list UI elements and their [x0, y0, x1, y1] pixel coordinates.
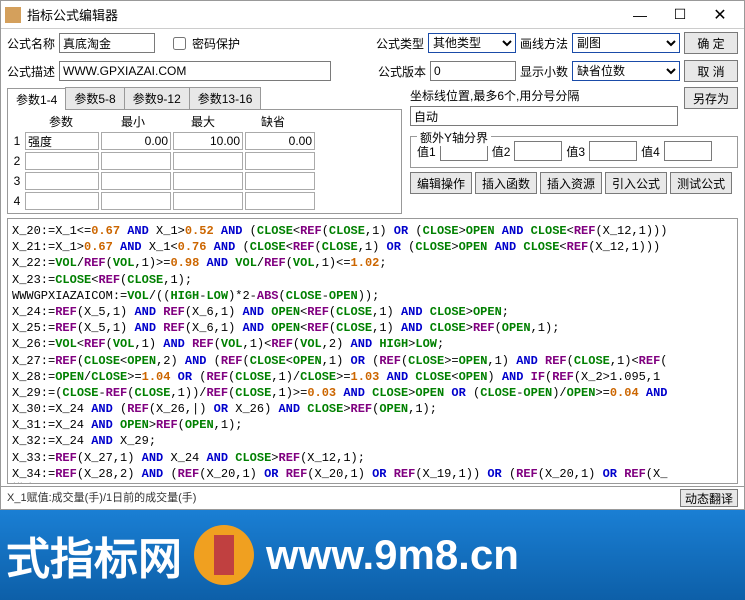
titlebar: 指标公式编辑器 — ☐ ✕ — [1, 1, 744, 29]
edit-op-button[interactable]: 编辑操作 — [410, 172, 472, 194]
param-max-input[interactable] — [173, 132, 243, 150]
close-button[interactable]: ✕ — [700, 2, 740, 28]
insert-func-button[interactable]: 插入函数 — [475, 172, 537, 194]
formula-desc-input[interactable] — [59, 61, 331, 81]
param-def-input[interactable] — [245, 152, 315, 170]
window-title: 指标公式编辑器 — [27, 5, 620, 24]
param-row: 3 — [10, 171, 399, 191]
ad-banner: 式指标网 www.9m8.cn — [0, 510, 745, 600]
param-name-input[interactable] — [25, 192, 99, 210]
param-min-input[interactable] — [101, 152, 171, 170]
dynamic-translate-button[interactable]: 动态翻译 — [680, 489, 738, 507]
param-row: 2 — [10, 151, 399, 171]
maximize-button[interactable]: ☐ — [660, 2, 700, 28]
cancel-button[interactable]: 取 消 — [684, 60, 738, 82]
banner-logo-icon — [194, 525, 254, 585]
param-hdr-min: 最小 — [98, 112, 168, 131]
param-def-input[interactable] — [245, 132, 315, 150]
ok-button[interactable]: 确 定 — [684, 32, 738, 54]
formula-type-label: 公式类型 — [376, 35, 424, 52]
param-hdr-max: 最大 — [168, 112, 238, 131]
param-max-input[interactable] — [173, 192, 243, 210]
show-decimal-select[interactable]: 缺省位数 — [572, 61, 680, 81]
insert-res-button[interactable]: 插入资源 — [540, 172, 602, 194]
param-name-input[interactable] — [25, 132, 99, 150]
app-icon — [5, 7, 21, 23]
param-def-input[interactable] — [245, 172, 315, 190]
val3-input[interactable] — [589, 141, 637, 161]
coord-pos-label: 坐标线位置,最多6个,用分号分隔 — [410, 87, 678, 104]
banner-url: www.9m8.cn — [266, 531, 745, 579]
param-name-input[interactable] — [25, 152, 99, 170]
minimize-button[interactable]: — — [620, 2, 660, 28]
param-max-input[interactable] — [173, 152, 243, 170]
tab-params-5-8[interactable]: 参数5-8 — [65, 87, 124, 109]
param-min-input[interactable] — [101, 132, 171, 150]
draw-method-label: 画线方法 — [520, 35, 568, 52]
password-protect-checkbox[interactable] — [173, 37, 186, 50]
val4-input[interactable] — [664, 141, 712, 161]
param-max-input[interactable] — [173, 172, 243, 190]
param-table: 参数 最小 最大 缺省 1 2 — [7, 110, 402, 214]
status-text: X_1赋值:成交量(手)/1日前的成交量(手) — [7, 489, 196, 507]
banner-text-left: 式指标网 — [0, 523, 182, 587]
formula-version-input[interactable] — [430, 61, 516, 81]
param-name-input[interactable] — [25, 172, 99, 190]
formula-name-label: 公式名称 — [7, 35, 55, 52]
formula-code-editor[interactable]: X_20:=X_1<=0.67 AND X_1>0.52 AND (CLOSE<… — [7, 218, 738, 484]
yaxis-legend: 额外Y轴分界 — [417, 129, 491, 146]
param-def-input[interactable] — [245, 192, 315, 210]
password-protect-label: 密码保护 — [192, 35, 240, 52]
test-formula-button[interactable]: 测试公式 — [670, 172, 732, 194]
param-hdr-def: 缺省 — [238, 112, 308, 131]
coord-pos-input[interactable] — [410, 106, 678, 126]
param-hdr-name: 参数 — [24, 112, 98, 131]
import-formula-button[interactable]: 引入公式 — [605, 172, 667, 194]
param-row: 4 — [10, 191, 399, 211]
tab-params-13-16[interactable]: 参数13-16 — [189, 87, 262, 109]
val2-input[interactable] — [514, 141, 562, 161]
param-row: 1 — [10, 131, 399, 151]
param-tabs: 参数1-4 参数5-8 参数9-12 参数13-16 — [7, 87, 402, 110]
tab-params-1-4[interactable]: 参数1-4 — [7, 88, 66, 110]
show-decimal-label: 显示小数 — [520, 63, 568, 80]
tab-params-9-12[interactable]: 参数9-12 — [124, 87, 190, 109]
draw-method-select[interactable]: 副图 — [572, 33, 680, 53]
formula-type-select[interactable]: 其他类型 — [428, 33, 516, 53]
formula-version-label: 公式版本 — [378, 63, 426, 80]
param-min-input[interactable] — [101, 172, 171, 190]
param-min-input[interactable] — [101, 192, 171, 210]
formula-name-input[interactable] — [59, 33, 155, 53]
formula-desc-label: 公式描述 — [7, 63, 55, 80]
status-bar: X_1赋值:成交量(手)/1日前的成交量(手) 动态翻译 — [1, 486, 744, 509]
save-as-button[interactable]: 另存为 — [684, 87, 738, 109]
